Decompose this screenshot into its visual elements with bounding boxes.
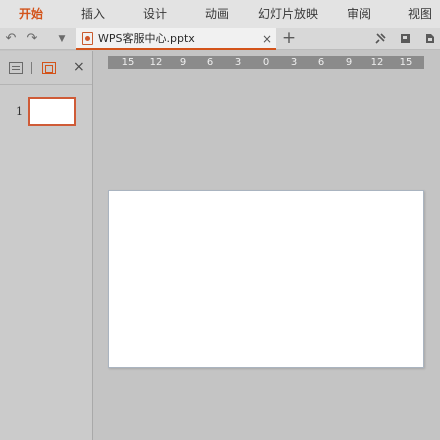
- horizontal-ruler: 15 12 9 6 3 0 3 6 9 12 15: [108, 56, 424, 69]
- close-panel-icon[interactable]: ×: [73, 58, 85, 76]
- document-tab-bar: ↶ ↷ ▼ WPS客服中心.pptx × +: [0, 28, 440, 50]
- ruler-tick: 6: [317, 57, 325, 68]
- ruler-tick: 12: [370, 57, 384, 68]
- slide-number: 1: [16, 105, 23, 118]
- ruler-tick: 6: [206, 57, 214, 68]
- ruler-tick: 15: [121, 57, 135, 68]
- tab-animation[interactable]: 动画: [205, 0, 229, 28]
- ruler-tick: 15: [399, 57, 413, 68]
- ruler-tick: 9: [179, 57, 187, 68]
- tab-slideshow[interactable]: 幻灯片放映: [258, 0, 318, 28]
- pin-icon[interactable]: [374, 32, 387, 45]
- tab-review[interactable]: 审阅: [347, 0, 371, 28]
- slides-view-icon[interactable]: [42, 62, 56, 74]
- ruler-tick: 9: [345, 57, 353, 68]
- pptx-file-icon: [82, 32, 93, 45]
- tab-home[interactable]: 开始: [19, 0, 43, 28]
- ruler-tick: 3: [234, 57, 242, 68]
- ruler-tick: 0: [262, 57, 270, 68]
- new-tab-button[interactable]: +: [280, 28, 298, 50]
- panel-tab-divider: [31, 62, 32, 74]
- redo-icon[interactable]: ↷: [24, 28, 40, 50]
- tab-insert[interactable]: 插入: [81, 0, 105, 28]
- slide-canvas[interactable]: [108, 190, 424, 368]
- panel-tab-bar: ×: [0, 51, 92, 85]
- outline-view-icon[interactable]: [9, 62, 23, 74]
- tab-design[interactable]: 设计: [143, 0, 167, 28]
- slide-thumbnail[interactable]: [28, 97, 76, 126]
- ruler-tick: 3: [290, 57, 298, 68]
- undo-icon[interactable]: ↶: [3, 28, 19, 50]
- document-tab[interactable]: WPS客服中心.pptx ×: [76, 28, 276, 50]
- ruler-tick: 12: [149, 57, 163, 68]
- quick-access-dropdown-icon[interactable]: ▼: [55, 28, 69, 50]
- ribbon-tab-bar: 开始 插入 设计 动画 幻灯片放映 审阅 视图: [0, 0, 440, 28]
- document-title: WPS客服中心.pptx: [98, 32, 195, 45]
- close-tab-icon[interactable]: ×: [262, 28, 272, 50]
- share-icon[interactable]: [399, 32, 412, 45]
- cloud-icon[interactable]: [423, 32, 436, 45]
- tab-view[interactable]: 视图: [408, 0, 432, 28]
